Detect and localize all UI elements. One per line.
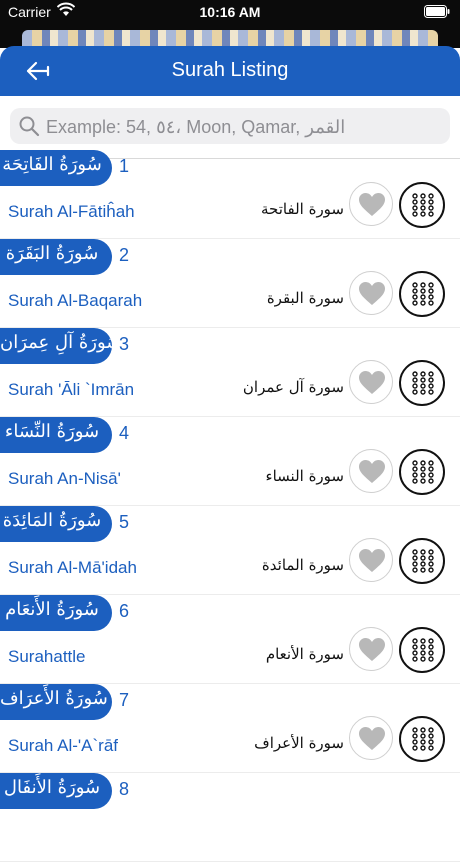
surah-menu-button[interactable] (399, 538, 445, 584)
surah-row[interactable]: سُورَةُ آلِ عِمرَان 3 Surah 'Āli `Imrān … (0, 328, 460, 417)
surah-row[interactable]: سُورَةُ البَقَرَة 2 Surah Al-Baqarah سور… (0, 239, 460, 328)
grid-dots-icon (412, 282, 434, 306)
surah-arabic-name: سورة الأعراف (254, 734, 344, 752)
surah-calligraphy-banner: سُورَةُ النِّسَاء (0, 417, 112, 453)
surah-menu-button[interactable] (399, 360, 445, 406)
surah-menu-button[interactable] (399, 449, 445, 495)
surah-calligraphy-banner: سُورَةُ البَقَرَة (0, 239, 112, 275)
surah-calligraphy-banner: سُورَةُ الأَنعَام (0, 595, 112, 631)
surah-number: 7 (119, 690, 130, 710)
surah-row[interactable]: سُورَةُ المَائِدَة 5 Surah Al-Mā'idah سو… (0, 506, 460, 595)
surah-english-name: Surahattle (8, 647, 86, 666)
surah-calligraphy-banner: سُورَةُ آلِ عِمرَان (0, 328, 112, 364)
surah-calligraphy-text: سُورَةُ المَائِدَة (2, 510, 102, 531)
grid-dots-icon (412, 460, 434, 484)
page-title: Surah Listing (171, 59, 289, 81)
favorite-button[interactable] (349, 627, 393, 671)
surah-english-name: Surah Al-Mā'idah (8, 558, 137, 577)
surah-calligraphy-text: سُورَةُ النِّسَاء (4, 421, 100, 442)
surah-row[interactable]: سُورَةُ الأَنعَام 6 Surahattle سورة الأن… (0, 595, 460, 684)
navigation-bar: Surah Listing (0, 46, 460, 96)
surah-calligraphy-text: سُورَةُ الأَنفَال (3, 777, 101, 798)
search-field[interactable] (10, 108, 450, 144)
surah-menu-button[interactable] (399, 716, 445, 762)
surah-number: 5 (119, 512, 130, 532)
surah-number: 8 (119, 779, 130, 799)
grid-dots-icon (412, 549, 434, 573)
surah-arabic-name: سورة المائدة (261, 556, 344, 574)
favorite-button[interactable] (349, 182, 393, 226)
surah-calligraphy-banner: سُورَةُ الأَنفَال (0, 773, 112, 809)
surah-english-name: Surah Al-Baqarah (8, 291, 143, 310)
surah-menu-button[interactable] (399, 271, 445, 317)
surah-row[interactable]: سُورَةُ النِّسَاء 4 Surah An-Nisā' سورة … (0, 417, 460, 506)
surah-arabic-name: سورة الأنعام (265, 645, 344, 663)
heart-icon (359, 282, 385, 305)
surah-arabic-name: سورة البقرة (266, 289, 344, 307)
surah-arabic-name: سورة النساء (265, 467, 344, 485)
search-input[interactable] (44, 112, 443, 142)
battery-icon (424, 5, 450, 21)
surah-arabic-name: سورة آل عمران (242, 378, 344, 396)
surah-calligraphy-banner: سُورَةُ المَائِدَة (0, 506, 112, 542)
status-bar: Carrier 10:16 AM (0, 0, 460, 24)
surah-row[interactable]: سُورَةُ الفَاتِحَة 1 Surah Al-Fātiĥah سو… (0, 150, 460, 239)
heart-icon (359, 460, 385, 483)
heart-icon (359, 638, 385, 661)
grid-dots-icon (412, 727, 434, 751)
status-time: 10:16 AM (199, 4, 261, 20)
surah-english-name: Surah An-Nisā' (8, 469, 121, 488)
surah-menu-button[interactable] (399, 627, 445, 673)
surah-number: 3 (119, 334, 130, 354)
surah-calligraphy-text: سُورَةُ الأَنعَام (5, 599, 99, 620)
surah-number: 6 (119, 601, 130, 621)
surah-english-name: Surah Al-'A`rāf (8, 736, 119, 755)
favorite-button[interactable] (349, 449, 393, 493)
favorite-button[interactable] (349, 716, 393, 760)
search-icon (18, 115, 40, 137)
favorite-button[interactable] (349, 360, 393, 404)
heart-icon (359, 727, 385, 750)
surah-menu-button[interactable] (399, 182, 445, 228)
header-background: Carrier 10:16 AM (0, 0, 460, 50)
grid-dots-icon (412, 193, 434, 217)
surah-calligraphy-text: سُورَةُ البَقَرَة (5, 243, 99, 264)
surah-calligraphy-text: سُورَةُ الفَاتِحَة (2, 154, 102, 175)
surah-calligraphy-text: سُورَةُ الأَعرَاف (0, 688, 108, 709)
grid-dots-icon (412, 371, 434, 395)
favorite-button[interactable] (349, 271, 393, 315)
heart-icon (359, 193, 385, 216)
heart-icon (359, 549, 385, 572)
favorite-button[interactable] (349, 538, 393, 582)
grid-dots-icon (412, 638, 434, 662)
surah-number: 1 (119, 156, 130, 176)
surah-calligraphy-text: سُورَةُ آلِ عِمرَان (0, 332, 112, 353)
surah-row[interactable]: سُورَةُ الأَعرَاف 7 Surah Al-'A`rāf سورة… (0, 684, 460, 773)
surah-calligraphy-banner: سُورَةُ الأَعرَاف (0, 684, 112, 720)
heart-icon (359, 371, 385, 394)
surah-calligraphy-banner: سُورَةُ الفَاتِحَة (0, 150, 112, 186)
surah-number: 2 (119, 245, 130, 265)
surah-english-name: Surah 'Āli `Imrān (8, 380, 135, 399)
surah-english-name: Surah Al-Fātiĥah (8, 202, 135, 221)
surah-number: 4 (119, 423, 130, 443)
surah-arabic-name: سورة الفاتحة (261, 200, 344, 218)
